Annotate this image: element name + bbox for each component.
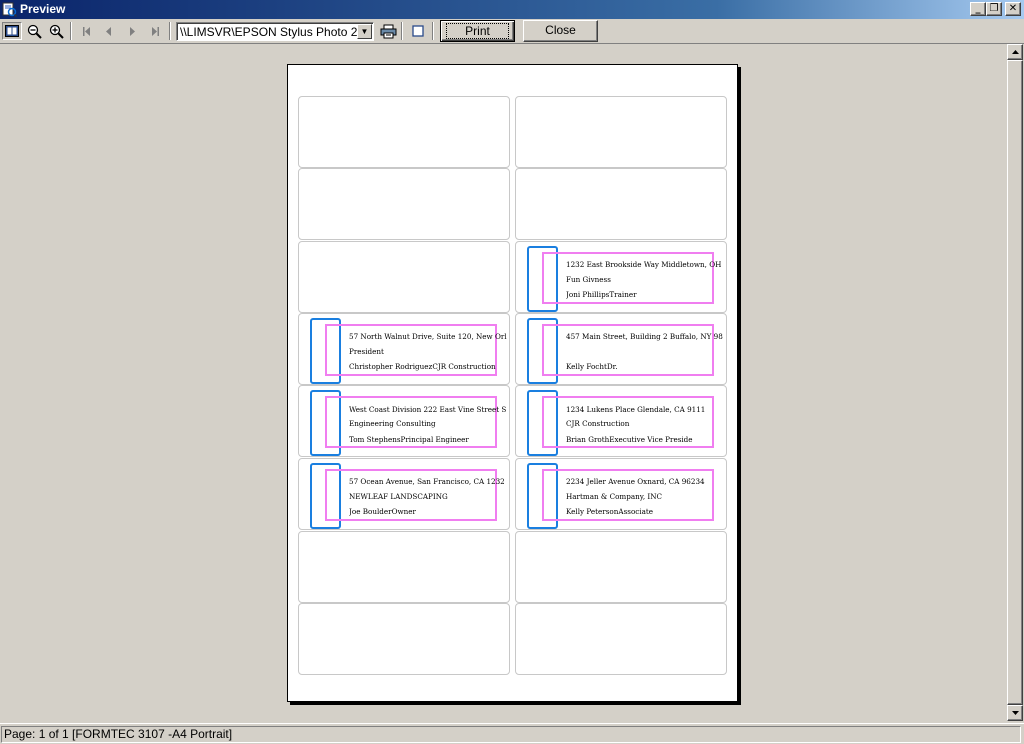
- last-page-icon: [152, 26, 159, 36]
- label-company-line: Fun Givness: [566, 275, 611, 284]
- label-title: CJR Construction: [432, 362, 496, 371]
- zoom-in-button[interactable]: [46, 22, 66, 40]
- toolbar-separator: [70, 22, 72, 40]
- last-page-button[interactable]: [145, 22, 165, 40]
- zoom-out-icon: [27, 24, 42, 39]
- scroll-up-button[interactable]: [1007, 44, 1023, 60]
- label-name: Tom Stephens: [349, 435, 401, 444]
- page-view-button[interactable]: [2, 22, 22, 40]
- scrollbar-thumb[interactable]: [1007, 60, 1023, 705]
- arrow-down-icon: [1011, 711, 1019, 715]
- label-empty: [515, 168, 727, 240]
- label-name-line: Kelly PetersonAssociate: [566, 507, 728, 516]
- label-name-line: Joni PhillipsTrainer: [566, 290, 728, 299]
- label-empty: [515, 531, 727, 603]
- label-address-line: 57 Ocean Avenue, San Francisco, CA 1232: [349, 477, 505, 486]
- print-button-label: Print: [446, 23, 509, 39]
- label-name: Kelly Peterson: [566, 507, 619, 516]
- label-address-line: 2234 Jeller Avenue Oxnard, CA 96234: [566, 477, 705, 486]
- label-title: Executive Vice Preside: [609, 435, 693, 444]
- address-label: 57 Ocean Avenue, San Francisco, CA 1232 …: [298, 458, 510, 530]
- preview-viewport[interactable]: 1232 East Brookside Way Middletown, OH F…: [0, 44, 1007, 721]
- toolbar-separator: [432, 22, 434, 40]
- status-bar: Page: 1 of 1 [FORMTEC 3107 -A4 Portrait]: [0, 723, 1024, 744]
- label-address-line: 1232 East Brookside Way Middletown, OH: [566, 260, 722, 269]
- arrow-up-icon: [1011, 50, 1019, 54]
- label-address-line: 57 North Walnut Drive, Suite 120, New Or…: [349, 332, 507, 341]
- label-name: Joni Phillips: [566, 290, 610, 299]
- label-name-line: Christopher RodriguezCJR Construction: [349, 362, 511, 371]
- restore-button[interactable]: ❐: [986, 2, 1002, 16]
- label-address-line: West Coast Division 222 East Vine Street…: [349, 405, 507, 414]
- label-title: Principal Engineer: [400, 435, 469, 444]
- print-button[interactable]: Print: [440, 20, 515, 42]
- label-address-line: 1234 Lukens Place Glendale, CA 9111: [566, 405, 706, 414]
- label-company-line: Engineering Consulting: [349, 419, 436, 428]
- dropdown-arrow-icon[interactable]: ▼: [357, 24, 372, 39]
- status-text: Page: 1 of 1 [FORMTEC 3107 -A4 Portrait]: [1, 726, 1021, 743]
- next-page-button[interactable]: [122, 22, 142, 40]
- next-page-icon: [130, 26, 135, 36]
- label-empty: [515, 96, 727, 168]
- app-icon: [2, 2, 17, 17]
- label-company-line: NEWLEAF LANDSCAPING: [349, 492, 448, 501]
- scroll-down-button[interactable]: [1007, 705, 1023, 721]
- label-name: Christopher Rodriguez: [349, 362, 433, 371]
- label-name-line: Kelly FochtDr.: [566, 362, 728, 371]
- minimize-button[interactable]: _: [970, 2, 986, 16]
- preview-page: 1232 East Brookside Way Middletown, OH F…: [287, 64, 738, 702]
- label-empty: [298, 168, 510, 240]
- address-label: West Coast Division 222 East Vine Street…: [298, 385, 510, 457]
- window-title: Preview: [20, 2, 66, 16]
- prev-page-button[interactable]: [99, 22, 119, 40]
- label-title: Owner: [391, 507, 416, 516]
- address-label: 457 Main Street, Building 2 Buffalo, NY …: [515, 313, 727, 385]
- address-label: 57 North Walnut Drive, Suite 120, New Or…: [298, 313, 510, 385]
- printer-setup-button[interactable]: [378, 22, 398, 40]
- close-window-button[interactable]: ✕: [1005, 2, 1021, 16]
- page-setup-icon: [412, 25, 424, 37]
- close-button[interactable]: Close: [523, 20, 598, 42]
- label-name: Kelly Focht: [566, 362, 607, 371]
- label-title: Associate: [618, 507, 654, 516]
- toolbar-separator: [401, 22, 403, 40]
- address-label: 2234 Jeller Avenue Oxnard, CA 96234 Hart…: [515, 458, 727, 530]
- label-company-line: President: [349, 347, 384, 356]
- page-setup-button[interactable]: [408, 22, 428, 40]
- address-label: 1232 East Brookside Way Middletown, OH F…: [515, 241, 727, 313]
- label-company-line: Hartman & Company, INC: [566, 492, 663, 501]
- label-name: Brian Groth: [566, 435, 610, 444]
- label-empty: [515, 603, 727, 675]
- label-name: Joe Boulder: [349, 507, 392, 516]
- preview-window: Preview _ ❐ ✕ \\LIMSVR\EPSON Stylus Phot…: [0, 0, 1024, 744]
- title-bar[interactable]: Preview _ ❐ ✕: [0, 0, 1024, 19]
- label-empty: [298, 96, 510, 168]
- address-label: 1234 Lukens Place Glendale, CA 9111 CJR …: [515, 385, 727, 457]
- label-empty: [298, 603, 510, 675]
- toolbar: \\LIMSVR\EPSON Stylus Photo 2000P ▼ Prin…: [0, 19, 1024, 44]
- label-empty: [298, 531, 510, 603]
- label-address-line: 457 Main Street, Building 2 Buffalo, NY …: [566, 332, 723, 341]
- label-empty: [298, 241, 510, 313]
- first-page-button[interactable]: [77, 22, 97, 40]
- printer-select-value: \\LIMSVR\EPSON Stylus Photo 2000P: [180, 25, 358, 39]
- prev-page-icon: [106, 26, 111, 36]
- label-title: Dr.: [606, 362, 618, 371]
- first-page-icon: [83, 26, 90, 36]
- label-name-line: Brian GrothExecutive Vice Preside: [566, 435, 728, 444]
- page-view-icon: [5, 25, 19, 37]
- label-name-line: Tom StephensPrincipal Engineer: [349, 435, 511, 444]
- label-title: Trainer: [609, 290, 637, 299]
- toolbar-separator: [169, 22, 171, 40]
- zoom-in-icon: [49, 24, 64, 39]
- printer-select[interactable]: \\LIMSVR\EPSON Stylus Photo 2000P ▼: [176, 22, 374, 41]
- label-name-line: Joe BoulderOwner: [349, 507, 511, 516]
- printer-setup-icon: [380, 24, 396, 38]
- vertical-scrollbar[interactable]: [1007, 44, 1023, 721]
- label-company-line: CJR Construction: [566, 419, 630, 428]
- zoom-out-button[interactable]: [24, 22, 44, 40]
